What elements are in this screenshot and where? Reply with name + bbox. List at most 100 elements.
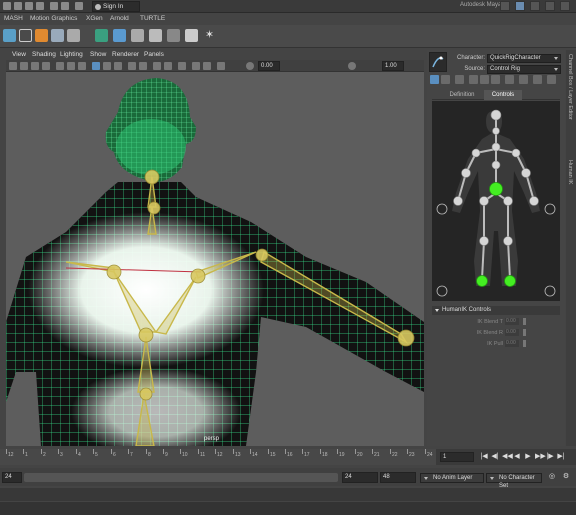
xray-icon[interactable]	[153, 62, 161, 70]
tab-definition[interactable]: Definition	[442, 90, 482, 100]
stance-icon[interactable]	[519, 75, 528, 84]
grid-icon[interactable]	[167, 29, 180, 42]
sign-in-button[interactable]: Sign In	[92, 1, 140, 12]
shelf-tab-xgen[interactable]: XGen	[86, 15, 103, 22]
duplicate-icon[interactable]	[131, 29, 144, 42]
menu-lighting[interactable]: Lighting	[60, 51, 83, 58]
gamma-icon[interactable]	[348, 62, 356, 70]
pin-translate-icon[interactable]	[469, 75, 478, 84]
step-back-frame-icon[interactable]: ◀◀	[502, 453, 513, 461]
exposure-field[interactable]: 0.00	[258, 61, 280, 71]
textured-icon[interactable]	[114, 62, 122, 70]
mash-green-icon[interactable]	[95, 29, 108, 42]
settings-icon[interactable]	[547, 75, 556, 84]
full-body-icon[interactable]	[430, 75, 439, 84]
new-scene-icon[interactable]	[14, 2, 22, 10]
select-camera-icon[interactable]	[9, 62, 17, 70]
current-frame-field[interactable]: 1	[440, 452, 474, 462]
menu-set-icon[interactable]	[3, 2, 11, 10]
resolution-gate-icon[interactable]	[78, 62, 86, 70]
undo-icon[interactable]	[50, 2, 58, 10]
wireframe-icon[interactable]	[92, 62, 100, 70]
menu-shading[interactable]: Shading	[32, 51, 56, 58]
step-back-key-icon[interactable]: ◀|	[491, 453, 499, 461]
aa-icon[interactable]	[203, 62, 211, 70]
ao-icon[interactable]	[192, 62, 200, 70]
animation-end-field[interactable]: 48	[380, 472, 416, 483]
film-gate-icon[interactable]	[67, 62, 75, 70]
character-dropdown[interactable]: QuickRigCharacter	[487, 54, 561, 63]
dof-icon[interactable]	[217, 62, 225, 70]
ik-pull-field[interactable]: 0.00	[505, 340, 519, 347]
channel-box-icon[interactable]	[560, 1, 570, 11]
lighting-icon[interactable]	[128, 62, 136, 70]
exposure-icon[interactable]	[246, 62, 254, 70]
xray-joints-icon[interactable]	[164, 62, 172, 70]
camera-attributes-icon[interactable]	[20, 62, 28, 70]
ik-blend-r-slider[interactable]	[523, 329, 526, 336]
menu-panels[interactable]: Panels	[144, 51, 164, 58]
menu-view[interactable]: View	[12, 51, 26, 58]
menu-show[interactable]: Show	[90, 51, 106, 58]
shadows-icon[interactable]	[139, 62, 147, 70]
shelf-tab-mash[interactable]: MASH	[4, 15, 23, 22]
go-to-end-icon[interactable]: ▶|	[557, 453, 565, 461]
play-backwards-icon[interactable]: ◀	[513, 453, 521, 461]
range-slider-track[interactable]	[24, 473, 338, 482]
tab-channel-box[interactable]: Channel Box / Layer Editor	[567, 54, 573, 120]
ik-blend-r-field[interactable]: 0.00	[505, 329, 519, 336]
tools-icon[interactable]: ✶	[203, 29, 216, 42]
modeling-toolkit-icon[interactable]	[515, 1, 525, 11]
command-line[interactable]	[0, 488, 576, 501]
box-icon[interactable]	[149, 29, 162, 42]
animation-start-field[interactable]: 24	[2, 472, 22, 483]
selection-icon[interactable]	[455, 75, 464, 84]
shelf-tab-motion-graphics[interactable]: Motion Graphics	[30, 15, 77, 22]
step-forward-key-icon[interactable]: |▶	[546, 453, 554, 461]
save-scene-icon[interactable]	[36, 2, 44, 10]
menu-renderer[interactable]: Renderer	[112, 51, 139, 58]
gamma-field[interactable]: 1.00	[382, 61, 404, 71]
tab-human-ik[interactable]: Human IK	[567, 160, 573, 184]
character-set-dropdown[interactable]: No Character Set	[486, 473, 542, 489]
step-forward-frame-icon[interactable]: ▶▶	[535, 453, 546, 461]
hik-character-controls[interactable]	[432, 101, 560, 301]
perspective-viewport[interactable]: persp	[6, 72, 424, 446]
ik-blend-t-slider[interactable]	[523, 318, 526, 325]
grid-toggle-icon[interactable]	[56, 62, 64, 70]
mirror-icon[interactable]	[533, 75, 542, 84]
mash-blue-icon[interactable]	[113, 29, 126, 42]
cube-orange-icon[interactable]	[35, 29, 48, 42]
scatter-icon[interactable]	[51, 29, 64, 42]
image-plane-icon[interactable]	[42, 62, 50, 70]
bookmark-icon[interactable]	[31, 62, 39, 70]
isolate-icon[interactable]	[178, 62, 186, 70]
pin-rotate-icon[interactable]	[480, 75, 489, 84]
redo-icon[interactable]	[61, 2, 69, 10]
bounding-box-icon[interactable]	[19, 29, 32, 42]
shelf-tab-turtle[interactable]: TURTLE	[140, 15, 165, 22]
snap-icon[interactable]	[75, 2, 83, 10]
dice-icon[interactable]	[185, 29, 198, 42]
auto-key-icon[interactable]: ◎	[548, 473, 556, 481]
shelf-tab-arnold[interactable]: Arnold	[110, 15, 129, 22]
ik-pull-slider[interactable]	[523, 340, 526, 347]
tab-controls[interactable]: Controls	[484, 90, 522, 100]
tool-settings-icon[interactable]	[545, 1, 555, 11]
key-icon[interactable]	[505, 75, 514, 84]
open-scene-icon[interactable]	[25, 2, 33, 10]
go-to-start-icon[interactable]: |◀	[480, 453, 488, 461]
attribute-editor-icon[interactable]	[530, 1, 540, 11]
tile-icon[interactable]	[67, 29, 80, 42]
source-dropdown[interactable]: Control Rig	[487, 65, 561, 74]
playback-prefs-icon[interactable]: ⚙	[562, 473, 570, 481]
playback-end-field[interactable]: 24	[342, 472, 378, 483]
ik-blend-t-field[interactable]: 0.00	[505, 318, 519, 325]
body-part-icon[interactable]	[441, 75, 450, 84]
anim-layer-dropdown[interactable]: No Anim Layer	[420, 473, 484, 483]
workspace-icon[interactable]	[500, 1, 510, 11]
smooth-shade-icon[interactable]	[103, 62, 111, 70]
timeline-ruler[interactable]: 12 1 2 3 4 5 6 7 8 9 10 11 12 13 14 15 16 17 18 19 20 21 22 23 2…	[0, 449, 436, 465]
mash-network-icon[interactable]	[3, 29, 16, 42]
play-forwards-icon[interactable]: ▶	[524, 453, 532, 461]
